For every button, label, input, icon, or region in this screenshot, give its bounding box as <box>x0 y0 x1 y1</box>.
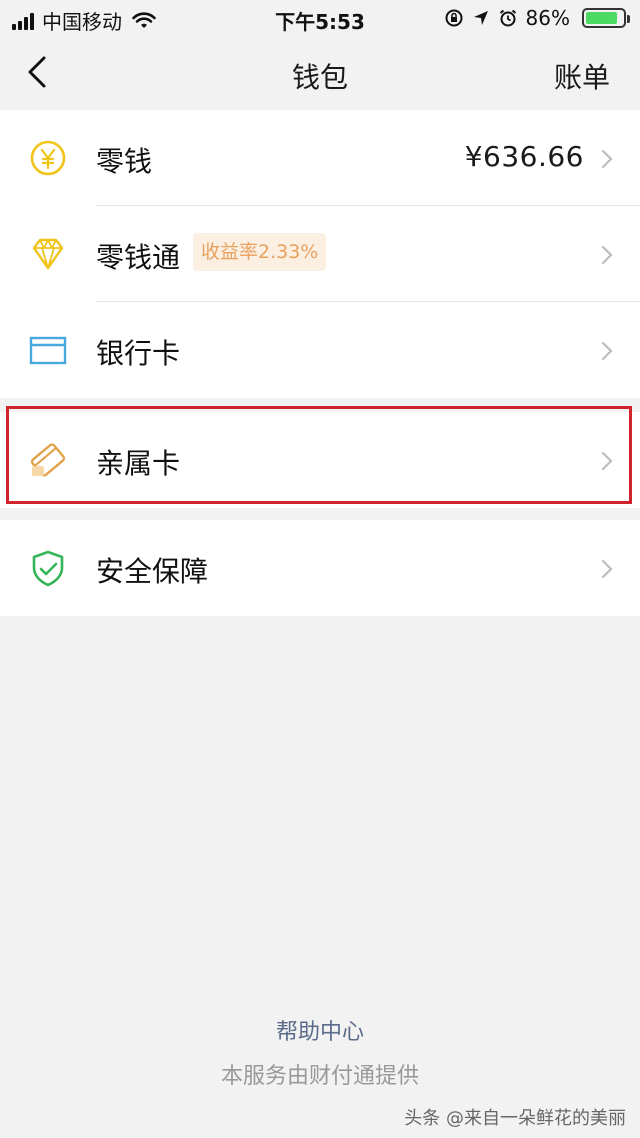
wallet-item-label: 银行卡 <box>96 337 181 370</box>
wallet-item-label: 安全保障 <box>96 555 209 588</box>
wallet-group-security: 安全保障 <box>0 520 640 616</box>
bank-card-icon <box>29 336 67 365</box>
wallet-item-security[interactable]: 安全保障 <box>0 520 640 616</box>
yield-rate-badge: 收益率2.33% <box>193 233 327 271</box>
watermark: 头条 @来自一朵鲜花的美丽 <box>404 1108 626 1129</box>
status-bar: 中国移动 下午5:53 86% <box>0 0 640 36</box>
wallet-item-label: 亲属卡 <box>96 447 181 480</box>
provider-note: 本服务由财付通提供 <box>220 1064 419 1089</box>
chevron-right-icon <box>601 341 613 361</box>
bill-button[interactable]: 账单 <box>554 56 610 96</box>
alarm-icon <box>499 9 516 27</box>
wallet-item-bank-card[interactable]: 银行卡 <box>0 302 640 398</box>
battery-fill <box>586 12 617 24</box>
yuan-coin-icon <box>30 140 66 176</box>
wallet-item-family-card[interactable]: 亲属卡 <box>0 412 640 508</box>
change-balance: ¥636.66 <box>464 140 584 173</box>
chevron-right-icon <box>601 245 613 265</box>
help-center-link[interactable]: 帮助中心 <box>0 1014 640 1046</box>
battery-icon <box>582 8 630 28</box>
status-right: 86% <box>444 6 630 30</box>
chevron-right-icon <box>601 451 613 471</box>
shield-check-icon <box>32 550 64 587</box>
diamond-icon <box>32 238 64 270</box>
battery-percent: 86% <box>525 6 570 30</box>
location-icon <box>473 11 488 25</box>
wallet-item-licaitong[interactable]: 零钱通 收益率2.33% <box>0 206 640 302</box>
wallet-group-family: 亲属卡 <box>0 412 640 508</box>
wallet-item-label: 零钱通 <box>96 241 181 274</box>
page-title: 钱包 <box>291 61 348 94</box>
rotation-lock-icon <box>445 9 463 27</box>
chevron-right-icon <box>601 559 613 579</box>
chevron-right-icon <box>601 149 613 169</box>
wallet-item-change[interactable]: 零钱 ¥636.66 <box>0 110 640 206</box>
nav-bar: 钱包 账单 <box>0 36 640 110</box>
wallet-item-label: 零钱 <box>96 145 153 178</box>
family-card-icon <box>30 443 66 477</box>
wallet-group-main: 零钱 ¥636.66 零钱通 收益率2.33% 银行卡 <box>0 110 640 398</box>
